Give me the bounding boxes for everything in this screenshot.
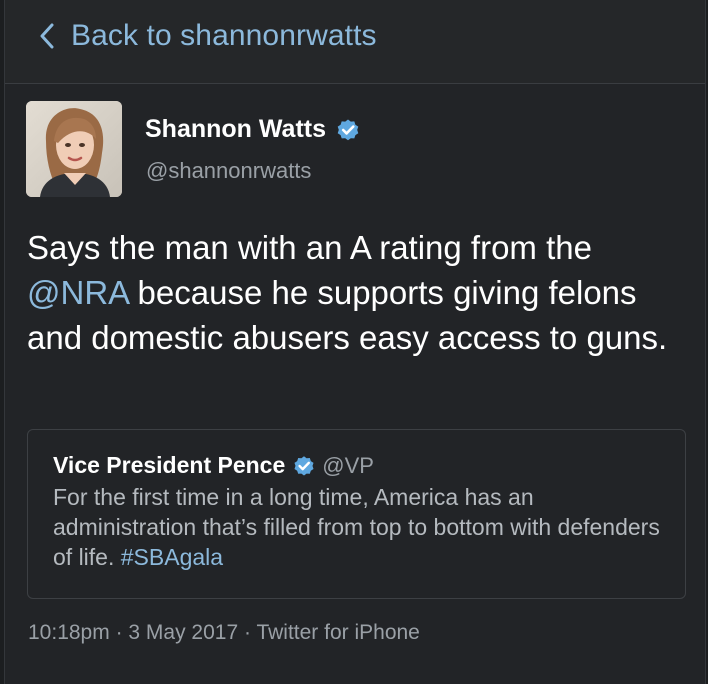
chevron-left-icon xyxy=(40,23,54,48)
hashtag-link[interactable]: #SBAgala xyxy=(121,544,223,570)
tweet-text: Says the man with an A rating from the @… xyxy=(27,225,687,360)
verified-badge-icon xyxy=(335,117,361,143)
back-button[interactable]: Back to shannonrwatts xyxy=(39,19,377,53)
tweet-panel: Back to shannonrwatts Shannon Watts @sha… xyxy=(4,0,706,684)
tweet-text-part1: Says the man with an A rating from the xyxy=(27,229,592,266)
mention-link[interactable]: @NRA xyxy=(27,274,128,311)
tweet-source[interactable]: Twitter for iPhone xyxy=(256,621,419,644)
avatar[interactable] xyxy=(26,101,122,197)
tweet-date[interactable]: 3 May 2017 xyxy=(128,621,238,644)
author-handle[interactable]: @shannonrwatts xyxy=(146,158,311,184)
quoted-author-name: Vice President Pence xyxy=(53,452,286,478)
header-bar: Back to shannonrwatts xyxy=(5,0,705,84)
verified-badge-icon xyxy=(292,454,316,478)
tweet-metadata: 10:18pm · 3 May 2017 · Twitter for iPhon… xyxy=(28,621,420,645)
profile-photo xyxy=(26,101,122,197)
meta-separator: · xyxy=(238,621,257,644)
author-name[interactable]: Shannon Watts xyxy=(145,115,326,144)
author-name-row[interactable]: Shannon Watts xyxy=(145,115,361,144)
quoted-author-handle: @VP xyxy=(322,452,374,478)
quoted-author-row: Vice President Pence @VP xyxy=(53,452,374,479)
timestamp[interactable]: 10:18pm xyxy=(28,621,110,644)
quoted-tweet-text: For the first time in a long time, Ameri… xyxy=(53,482,668,572)
back-label: Back to shannonrwatts xyxy=(71,18,377,52)
tweet: Shannon Watts @shannonrwatts Says the ma… xyxy=(5,84,705,684)
quoted-tweet-card[interactable]: Vice President Pence @VP For the first t… xyxy=(27,429,686,599)
meta-separator: · xyxy=(109,621,129,644)
